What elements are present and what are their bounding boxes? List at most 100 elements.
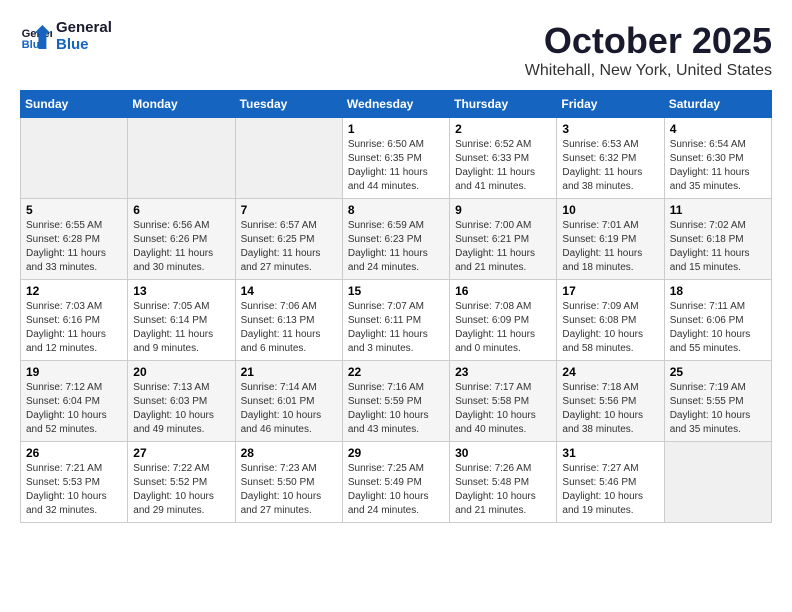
day-info: Sunrise: 7:27 AM Sunset: 5:46 PM Dayligh… <box>562 462 658 518</box>
calendar-cell: 21 Sunrise: 7:14 AM Sunset: 6:01 PM Dayli… <box>235 361 342 442</box>
day-number: 23 <box>455 365 551 379</box>
page-header: General Blue General Blue October 2025 W… <box>20 20 772 80</box>
day-number: 2 <box>455 122 551 136</box>
day-info: Sunrise: 7:17 AM Sunset: 5:58 PM Dayligh… <box>455 381 551 437</box>
calendar-cell: 23 Sunrise: 7:17 AM Sunset: 5:58 PM Dayli… <box>450 361 557 442</box>
weekday-header: Wednesday <box>342 91 449 118</box>
calendar-week-row: 19Sunrise: 7:12 AM Sunset: 6:04 PM Dayli… <box>21 361 772 442</box>
day-info: Sunrise: 7:11 AM Sunset: 6:06 PM Dayligh… <box>670 300 766 356</box>
day-number: 5 <box>26 203 122 217</box>
day-number: 21 <box>241 365 337 379</box>
day-number: 15 <box>348 284 444 298</box>
calendar-cell <box>235 118 342 199</box>
day-info: Sunrise: 7:16 AM Sunset: 5:59 PM Dayligh… <box>348 381 444 437</box>
calendar-cell: 27Sunrise: 7:22 AM Sunset: 5:52 PM Dayli… <box>128 442 235 523</box>
logo: General Blue General Blue <box>20 20 112 53</box>
day-number: 20 <box>133 365 229 379</box>
day-number: 9 <box>455 203 551 217</box>
day-info: Sunrise: 6:55 AM Sunset: 6:28 PM Dayligh… <box>26 219 122 275</box>
day-info: Sunrise: 7:05 AM Sunset: 6:14 PM Dayligh… <box>133 300 229 356</box>
day-info: Sunrise: 6:50 AM Sunset: 6:35 PM Dayligh… <box>348 138 444 194</box>
day-number: 25 <box>670 365 766 379</box>
day-number: 17 <box>562 284 658 298</box>
calendar-cell: 22 Sunrise: 7:16 AM Sunset: 5:59 PM Dayli… <box>342 361 449 442</box>
day-number: 1 <box>348 122 444 136</box>
day-info: Sunrise: 7:13 AM Sunset: 6:03 PM Dayligh… <box>133 381 229 437</box>
day-number: 28 <box>241 446 337 460</box>
svg-text:General: General <box>22 28 52 40</box>
weekday-header: Saturday <box>664 91 771 118</box>
day-info: Sunrise: 7:02 AM Sunset: 6:18 PM Dayligh… <box>670 219 766 275</box>
calendar-cell: 15 Sunrise: 7:07 AM Sunset: 6:11 PM Dayli… <box>342 280 449 361</box>
day-number: 22 <box>348 365 444 379</box>
day-number: 13 <box>133 284 229 298</box>
day-info: Sunrise: 7:08 AM Sunset: 6:09 PM Dayligh… <box>455 300 551 356</box>
logo-icon: General Blue <box>20 21 52 53</box>
calendar-cell: 7 Sunrise: 6:57 AM Sunset: 6:25 PM Daylig… <box>235 199 342 280</box>
weekday-header: Tuesday <box>235 91 342 118</box>
location-title: Whitehall, New York, United States <box>525 62 772 80</box>
calendar-cell: 12Sunrise: 7:03 AM Sunset: 6:16 PM Dayli… <box>21 280 128 361</box>
day-info: Sunrise: 7:07 AM Sunset: 6:11 PM Dayligh… <box>348 300 444 356</box>
day-number: 31 <box>562 446 658 460</box>
calendar-cell <box>21 118 128 199</box>
day-number: 26 <box>26 446 122 460</box>
day-info: Sunrise: 7:14 AM Sunset: 6:01 PM Dayligh… <box>241 381 337 437</box>
weekday-header-row: SundayMondayTuesdayWednesdayThursdayFrid… <box>21 91 772 118</box>
day-info: Sunrise: 7:26 AM Sunset: 5:48 PM Dayligh… <box>455 462 551 518</box>
calendar-cell: 6 Sunrise: 6:56 AM Sunset: 6:26 PM Daylig… <box>128 199 235 280</box>
calendar-week-row: 5 Sunrise: 6:55 AM Sunset: 6:28 PM Daylig… <box>21 199 772 280</box>
day-info: Sunrise: 7:19 AM Sunset: 5:55 PM Dayligh… <box>670 381 766 437</box>
day-info: Sunrise: 7:18 AM Sunset: 5:56 PM Dayligh… <box>562 381 658 437</box>
day-number: 7 <box>241 203 337 217</box>
logo-blue: Blue <box>56 37 112 54</box>
calendar-cell: 3Sunrise: 6:53 AM Sunset: 6:32 PM Daylig… <box>557 118 664 199</box>
day-info: Sunrise: 6:54 AM Sunset: 6:30 PM Dayligh… <box>670 138 766 194</box>
calendar-cell: 26 Sunrise: 7:21 AM Sunset: 5:53 PM Dayli… <box>21 442 128 523</box>
calendar-cell: 4Sunrise: 6:54 AM Sunset: 6:30 PM Daylig… <box>664 118 771 199</box>
day-info: Sunrise: 7:21 AM Sunset: 5:53 PM Dayligh… <box>26 462 122 518</box>
calendar-cell: 16 Sunrise: 7:08 AM Sunset: 6:09 PM Dayli… <box>450 280 557 361</box>
day-info: Sunrise: 7:25 AM Sunset: 5:49 PM Dayligh… <box>348 462 444 518</box>
calendar-cell: 28Sunrise: 7:23 AM Sunset: 5:50 PM Dayli… <box>235 442 342 523</box>
day-number: 10 <box>562 203 658 217</box>
calendar-cell: 1 Sunrise: 6:50 AM Sunset: 6:35 PM Daylig… <box>342 118 449 199</box>
day-number: 3 <box>562 122 658 136</box>
day-info: Sunrise: 6:56 AM Sunset: 6:26 PM Dayligh… <box>133 219 229 275</box>
day-number: 11 <box>670 203 766 217</box>
weekday-header: Thursday <box>450 91 557 118</box>
calendar-cell: 5 Sunrise: 6:55 AM Sunset: 6:28 PM Daylig… <box>21 199 128 280</box>
calendar-cell: 20 Sunrise: 7:13 AM Sunset: 6:03 PM Dayli… <box>128 361 235 442</box>
calendar-cell: 24 Sunrise: 7:18 AM Sunset: 5:56 PM Dayli… <box>557 361 664 442</box>
calendar-cell <box>664 442 771 523</box>
title-section: October 2025 Whitehall, New York, United… <box>525 20 772 80</box>
day-info: Sunrise: 6:57 AM Sunset: 6:25 PM Dayligh… <box>241 219 337 275</box>
calendar-cell: 10Sunrise: 7:01 AM Sunset: 6:19 PM Dayli… <box>557 199 664 280</box>
day-number: 16 <box>455 284 551 298</box>
day-info: Sunrise: 7:12 AM Sunset: 6:04 PM Dayligh… <box>26 381 122 437</box>
weekday-header: Monday <box>128 91 235 118</box>
day-number: 27 <box>133 446 229 460</box>
day-number: 6 <box>133 203 229 217</box>
day-info: Sunrise: 7:03 AM Sunset: 6:16 PM Dayligh… <box>26 300 122 356</box>
calendar-cell: 11 Sunrise: 7:02 AM Sunset: 6:18 PM Dayli… <box>664 199 771 280</box>
day-number: 8 <box>348 203 444 217</box>
calendar-cell: 25 Sunrise: 7:19 AM Sunset: 5:55 PM Dayli… <box>664 361 771 442</box>
day-number: 18 <box>670 284 766 298</box>
calendar-week-row: 26 Sunrise: 7:21 AM Sunset: 5:53 PM Dayli… <box>21 442 772 523</box>
calendar-cell: 2Sunrise: 6:52 AM Sunset: 6:33 PM Daylig… <box>450 118 557 199</box>
calendar-cell: 31 Sunrise: 7:27 AM Sunset: 5:46 PM Dayli… <box>557 442 664 523</box>
calendar-week-row: 1 Sunrise: 6:50 AM Sunset: 6:35 PM Daylig… <box>21 118 772 199</box>
weekday-header: Sunday <box>21 91 128 118</box>
calendar-cell: 9 Sunrise: 7:00 AM Sunset: 6:21 PM Daylig… <box>450 199 557 280</box>
day-info: Sunrise: 7:00 AM Sunset: 6:21 PM Dayligh… <box>455 219 551 275</box>
calendar-cell: 14Sunrise: 7:06 AM Sunset: 6:13 PM Dayli… <box>235 280 342 361</box>
calendar-table: SundayMondayTuesdayWednesdayThursdayFrid… <box>20 90 772 523</box>
calendar-cell: 29Sunrise: 7:25 AM Sunset: 5:49 PM Dayli… <box>342 442 449 523</box>
calendar-cell: 19Sunrise: 7:12 AM Sunset: 6:04 PM Dayli… <box>21 361 128 442</box>
calendar-cell <box>128 118 235 199</box>
logo-general: General <box>56 20 112 37</box>
day-info: Sunrise: 7:09 AM Sunset: 6:08 PM Dayligh… <box>562 300 658 356</box>
calendar-cell: 18 Sunrise: 7:11 AM Sunset: 6:06 PM Dayli… <box>664 280 771 361</box>
day-number: 24 <box>562 365 658 379</box>
